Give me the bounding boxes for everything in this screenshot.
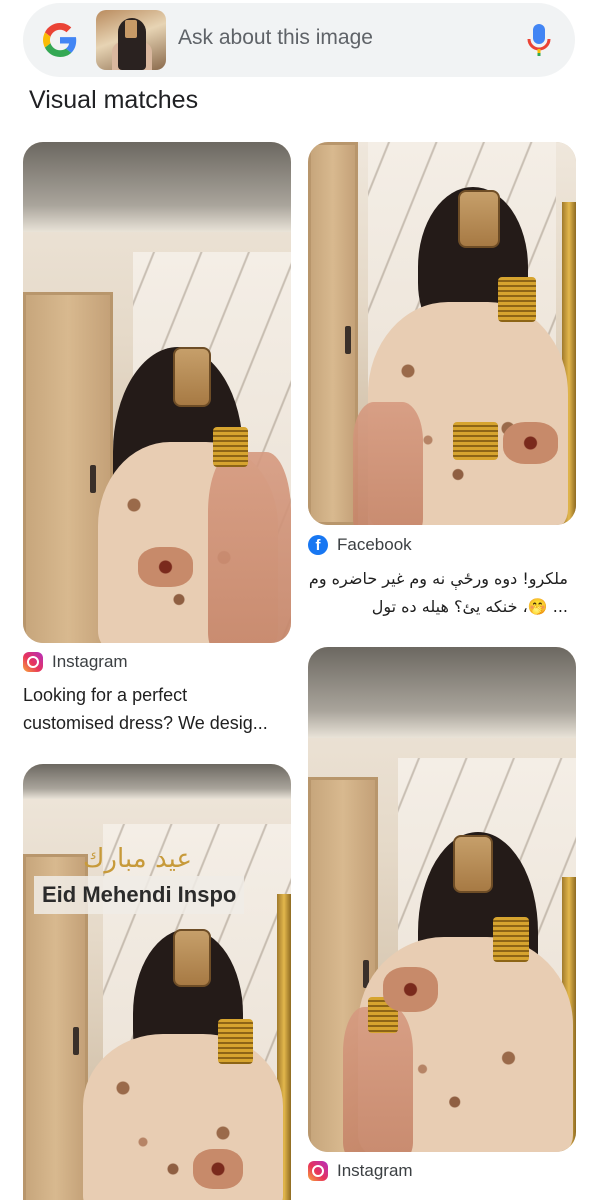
result-image-4[interactable] bbox=[308, 647, 576, 1152]
source-label: Facebook bbox=[337, 535, 412, 554]
result-source-2[interactable]: f Facebook bbox=[308, 535, 412, 555]
result-source-4[interactable]: Instagram bbox=[308, 1161, 413, 1181]
source-label: Instagram bbox=[337, 1161, 413, 1180]
search-bar[interactable]: Ask about this image bbox=[23, 3, 575, 77]
facebook-icon: f bbox=[308, 535, 328, 555]
search-input[interactable]: Ask about this image bbox=[178, 26, 373, 50]
source-label: Instagram bbox=[52, 652, 128, 671]
result-image-1[interactable] bbox=[23, 142, 291, 643]
instagram-icon bbox=[308, 1161, 328, 1181]
instagram-icon bbox=[23, 652, 43, 672]
google-logo-icon[interactable] bbox=[43, 23, 77, 57]
result-source-1[interactable]: Instagram bbox=[23, 652, 128, 672]
microphone-icon[interactable] bbox=[527, 23, 551, 57]
result-caption-2[interactable]: ملکرو! دوه ورځې نه وم غیر حاضره وم ... 🤭… bbox=[300, 565, 568, 621]
overlay-label: Eid Mehendi Inspo bbox=[34, 876, 245, 914]
result-image-2[interactable] bbox=[308, 142, 576, 525]
overlay-arabic-text: عيد مبارك bbox=[83, 844, 192, 874]
query-image-thumbnail[interactable] bbox=[96, 10, 166, 70]
section-title: Visual matches bbox=[29, 86, 199, 114]
result-image-3[interactable]: عيد مبارك Eid Mehendi Inspo bbox=[23, 764, 291, 1200]
result-caption-1[interactable]: Looking for a perfect customised dress? … bbox=[23, 681, 291, 737]
